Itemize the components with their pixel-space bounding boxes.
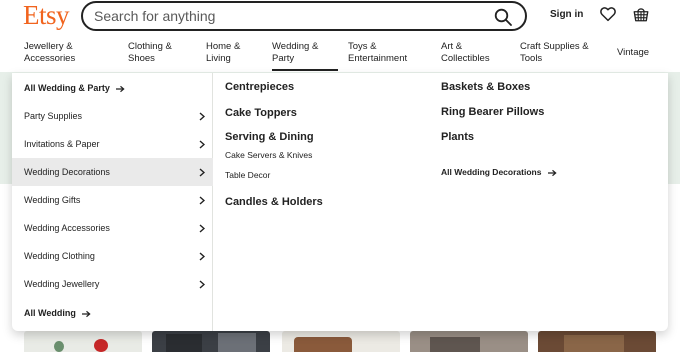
link-table-decor[interactable]: Table Decor [225,170,270,180]
search-input[interactable] [94,3,474,29]
wedding-party-dropdown: All Wedding & Party Party Supplies Invit… [12,73,668,331]
listing-thumbnail[interactable] [538,331,656,352]
link-all-wedding-decorations[interactable]: All Wedding Decorations [441,167,557,177]
category-home-living[interactable]: Home & Living [206,41,240,65]
search-bar [81,1,527,31]
chevron-right-icon [199,196,205,205]
link-candles-holders[interactable]: Candles & Holders [225,196,323,208]
chevron-right-icon [199,168,205,177]
link-ring-bearer-pillows[interactable]: Ring Bearer Pillows [441,106,544,118]
listing-thumbnail[interactable] [410,331,528,352]
listing-thumbnail[interactable] [24,331,142,352]
arrow-right-icon [547,169,557,176]
category-art-collectibles[interactable]: Art & Collectibles [441,41,490,65]
listing-thumbnail[interactable] [282,331,400,352]
subcategory-wedding-clothing[interactable]: Wedding Clothing [12,242,213,270]
link-all-wedding-party[interactable]: All Wedding & Party [12,74,213,102]
category-clothing-shoes[interactable]: Clothing & Shoes [128,41,172,65]
link-cake-servers-knives[interactable]: Cake Servers & Knives [225,150,312,160]
subcategory-wedding-jewellery[interactable]: Wedding Jewellery [12,270,213,298]
subcategory-wedding-gifts[interactable]: Wedding Gifts [12,186,213,214]
subcategory-wedding-decorations[interactable]: Wedding Decorations [12,158,213,186]
search-icon[interactable] [493,7,513,27]
category-nav: Jewellery & Accessories Clothing & Shoes H… [0,34,680,72]
basket-icon[interactable] [632,5,650,23]
sign-in-link[interactable]: Sign in [550,9,583,20]
link-centrepieces[interactable]: Centrepieces [225,81,294,93]
chevron-right-icon [199,280,205,289]
listing-thumbnails [0,331,680,352]
chevron-right-icon [199,224,205,233]
site-header: Etsy Sign in [0,0,680,34]
category-toys-entertainment[interactable]: Toys & Entertainment [348,41,407,65]
subcategory-invitations-paper[interactable]: Invitations & Paper [12,130,213,158]
etsy-logo[interactable]: Etsy [23,0,70,30]
arrow-right-icon [82,310,91,317]
category-vintage[interactable]: Vintage [617,47,649,59]
link-all-wedding[interactable]: All Wedding [12,299,213,327]
category-craft-supplies-tools[interactable]: Craft Supplies & Tools [520,41,589,65]
subcategory-party-supplies[interactable]: Party Supplies [12,102,213,130]
category-wedding-party[interactable]: Wedding & Party [272,41,339,71]
arrow-right-icon [116,85,125,92]
category-jewellery-accessories[interactable]: Jewellery & Accessories [24,41,75,65]
subcategory-wedding-accessories[interactable]: Wedding Accessories [12,214,213,242]
listing-thumbnail[interactable] [152,331,270,352]
subcategory-list: All Wedding & Party Party Supplies Invit… [12,73,213,331]
chevron-right-icon [199,252,205,261]
link-cake-toppers[interactable]: Cake Toppers [225,107,297,119]
link-serving-dining[interactable]: Serving & Dining [225,131,314,143]
heart-icon[interactable] [599,5,617,23]
link-baskets-boxes[interactable]: Baskets & Boxes [441,81,530,93]
chevron-right-icon [199,112,205,121]
link-plants[interactable]: Plants [441,131,474,143]
chevron-right-icon [199,140,205,149]
